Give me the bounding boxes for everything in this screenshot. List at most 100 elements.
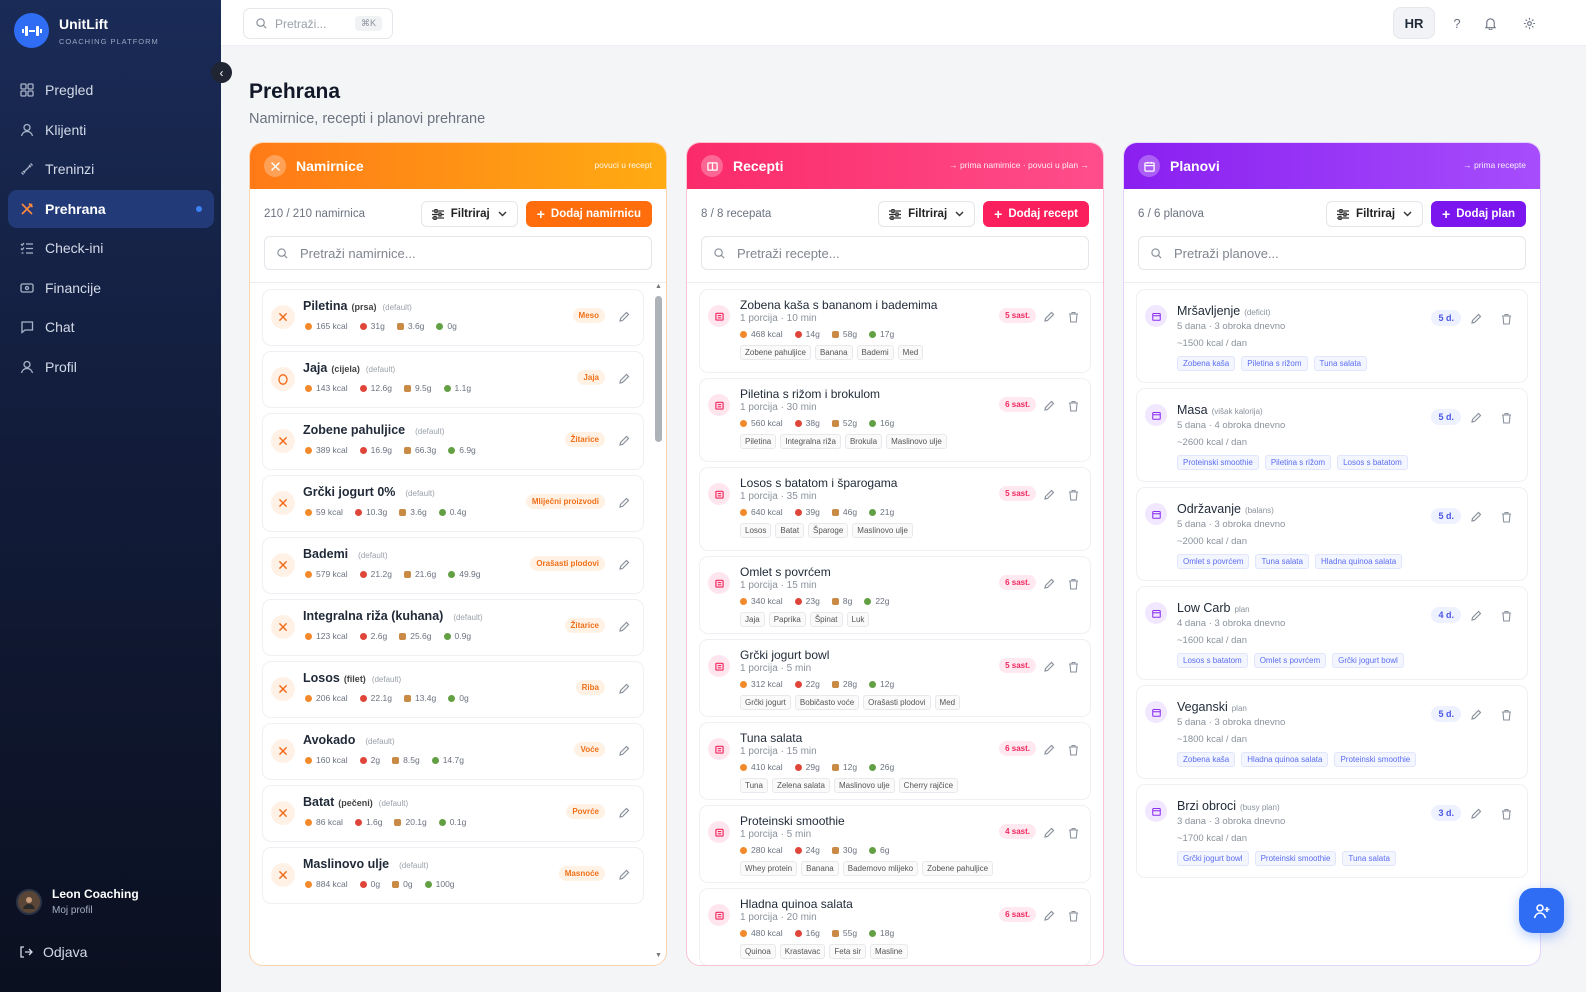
add-food-button[interactable]: + Dodaj namirnicu <box>525 201 652 227</box>
edit-icon[interactable] <box>1042 399 1056 413</box>
add-plan-button[interactable]: + Dodaj plan <box>1431 201 1526 227</box>
edit-icon[interactable] <box>1469 807 1483 821</box>
bell-icon[interactable] <box>1481 14 1499 32</box>
edit-icon[interactable] <box>617 868 631 882</box>
edit-icon[interactable] <box>1042 743 1056 757</box>
collapse-sidebar-button[interactable]: ‹ <box>211 62 232 83</box>
add-recipe-button[interactable]: + Dodaj recept <box>983 201 1089 227</box>
food-card[interactable]: Jaja (cijela) (default) 143 kcal 12.6g 9.5g 1.… <box>262 351 644 408</box>
edit-icon[interactable] <box>617 744 631 758</box>
meat-icon <box>794 330 802 338</box>
trash-icon[interactable] <box>1499 807 1513 821</box>
logout-button[interactable]: Odjava <box>19 944 87 960</box>
edit-icon[interactable] <box>1042 826 1056 840</box>
edit-icon[interactable] <box>617 806 631 820</box>
trash-icon[interactable] <box>1066 826 1080 840</box>
plan-card[interactable]: Održavanje (balans) 5 dana · 3 obroka dnev… <box>1136 487 1528 581</box>
recipes-search-input[interactable]: Pretraži recepte... <box>701 236 1089 270</box>
nav-item-chat[interactable]: Chat <box>8 308 214 346</box>
trash-icon[interactable] <box>1499 411 1513 425</box>
ingredient-tag: Šparoge <box>808 523 849 538</box>
macros-row: 160 kcal 2g 8.5g 14.7g <box>305 755 476 765</box>
plan-card[interactable]: Low Carb plan 4 dana · 3 obroka dnevno ~160… <box>1136 586 1528 680</box>
edit-icon[interactable] <box>1042 577 1056 591</box>
food-card[interactable]: Grčki jogurt 0% (default) 59 kcal 10.3g 3.6g… <box>262 475 644 532</box>
edit-icon[interactable] <box>617 620 631 634</box>
plan-card[interactable]: Veganski plan 5 dana · 3 obroka dnevno ~180… <box>1136 685 1528 779</box>
global-search-input[interactable]: Pretraži... ⌘K <box>243 8 393 39</box>
edit-icon[interactable] <box>1469 609 1483 623</box>
food-card[interactable]: Maslinovo ulje (default) 884 kcal 0g 0g 100g M… <box>262 847 644 904</box>
edit-icon[interactable] <box>1469 510 1483 524</box>
food-card[interactable]: Losos (filet) (default) 206 kcal 22.1g 13.4g 0… <box>262 661 644 718</box>
profile-link[interactable]: Leon Coaching Moj profil <box>16 887 139 916</box>
edit-icon[interactable] <box>617 558 631 572</box>
edit-icon[interactable] <box>1042 488 1056 502</box>
recipe-card[interactable]: Zobena kaša s bananom i bademima 1 porcij… <box>699 289 1091 373</box>
trash-icon[interactable] <box>1066 909 1080 923</box>
recipes-filter-button[interactable]: Filtriraj <box>878 201 976 227</box>
help-icon[interactable]: ? <box>1448 14 1466 32</box>
fat-value: 49.9g <box>448 569 481 579</box>
edit-icon[interactable] <box>617 434 631 448</box>
plan-card[interactable]: Masa (višak kalorija) 5 dana · 4 obroka dn… <box>1136 388 1528 482</box>
nav-item-prehrana[interactable]: Prehrana <box>8 189 214 228</box>
recipe-card[interactable]: Tuna salata 1 porcija · 15 min 410 kcal 29g… <box>699 722 1091 800</box>
nav-item-klijenti[interactable]: Klijenti <box>8 111 214 149</box>
trash-icon[interactable] <box>1066 660 1080 674</box>
scroll-thumb[interactable] <box>655 296 662 442</box>
foods-filter-button[interactable]: Filtriraj <box>420 201 518 227</box>
recipe-card[interactable]: Losos s batatom i šparogama 1 porcija · 3… <box>699 467 1091 551</box>
trash-icon[interactable] <box>1066 488 1080 502</box>
edit-icon[interactable] <box>1469 312 1483 326</box>
language-switch[interactable]: HR <box>1393 7 1435 39</box>
edit-icon[interactable] <box>617 682 631 696</box>
add-client-fab[interactable] <box>1519 888 1564 933</box>
trash-icon[interactable] <box>1499 312 1513 326</box>
trash-icon[interactable] <box>1499 708 1513 722</box>
trash-icon[interactable] <box>1066 399 1080 413</box>
edit-icon[interactable] <box>1042 310 1056 324</box>
food-card[interactable]: Avokado (default) 160 kcal 2g 8.5g 14.7g Voće <box>262 723 644 780</box>
brand[interactable]: UnitLift COACHING PLATFORM <box>14 13 159 48</box>
search-icon <box>256 18 267 29</box>
food-card[interactable]: Integralna riža (kuhana) (default) 123 kca… <box>262 599 644 656</box>
trash-icon[interactable] <box>1499 609 1513 623</box>
edit-icon[interactable] <box>617 310 631 324</box>
food-card[interactable]: Batat (pečeni) (default) 86 kcal 1.6g 20.1g 0.… <box>262 785 644 842</box>
scroll-down-icon[interactable]: ▼ <box>655 952 662 959</box>
bread-icon <box>831 680 839 688</box>
trash-icon[interactable] <box>1066 577 1080 591</box>
edit-icon[interactable] <box>1042 660 1056 674</box>
nav-item-financije[interactable]: Financije <box>8 269 214 307</box>
food-card[interactable]: Piletina (prsa) (default) 165 kcal 31g 3.6g 0g… <box>262 289 644 346</box>
nav-item-check-ini[interactable]: Check-ini <box>8 229 214 267</box>
recipe-card[interactable]: Grčki jogurt bowl 1 porcija · 5 min 312 kc… <box>699 639 1091 717</box>
gear-icon[interactable] <box>1520 14 1538 32</box>
plan-card[interactable]: Mršavljenje (deficit) 5 dana · 3 obroka dn… <box>1136 289 1528 383</box>
trash-icon[interactable] <box>1499 510 1513 524</box>
plans-search-input[interactable]: Pretraži planove... <box>1138 236 1526 270</box>
edit-icon[interactable] <box>1469 708 1483 722</box>
nav-item-profil[interactable]: Profil <box>8 348 214 386</box>
food-card[interactable]: Bademi (default) 579 kcal 21.2g 21.6g 49.9g Or… <box>262 537 644 594</box>
recipe-card[interactable]: Piletina s rižom i brokulom 1 porcija · 3… <box>699 378 1091 462</box>
plans-filter-button[interactable]: Filtriraj <box>1326 201 1424 227</box>
recipe-card[interactable]: Omlet s povrćem 1 porcija · 15 min 340 kca… <box>699 556 1091 634</box>
edit-icon[interactable] <box>617 496 631 510</box>
nav-item-pregled[interactable]: Pregled <box>8 71 214 109</box>
foods-scrollbar[interactable]: ▲ ▼ <box>655 283 662 959</box>
plan-card[interactable]: Brzi obroci (busy plan) 3 dana · 3 obroka … <box>1136 784 1528 878</box>
trash-icon[interactable] <box>1066 310 1080 324</box>
nav-item-treninzi[interactable]: Treninzi <box>8 150 214 188</box>
foods-search-input[interactable]: Pretraži namirnice... <box>264 236 652 270</box>
trash-icon[interactable] <box>1066 743 1080 757</box>
recipe-meta: 1 porcija · 5 min <box>740 663 812 674</box>
scroll-up-icon[interactable]: ▲ <box>655 283 662 290</box>
edit-icon[interactable] <box>1042 909 1056 923</box>
recipe-card[interactable]: Hladna quinoa salata 1 porcija · 20 min 48… <box>699 888 1091 965</box>
edit-icon[interactable] <box>1469 411 1483 425</box>
recipe-card[interactable]: Proteinski smoothie 1 porcija · 5 min 280 … <box>699 805 1091 883</box>
edit-icon[interactable] <box>617 372 631 386</box>
food-card[interactable]: Zobene pahuljice (default) 389 kcal 16.9g 66… <box>262 413 644 470</box>
